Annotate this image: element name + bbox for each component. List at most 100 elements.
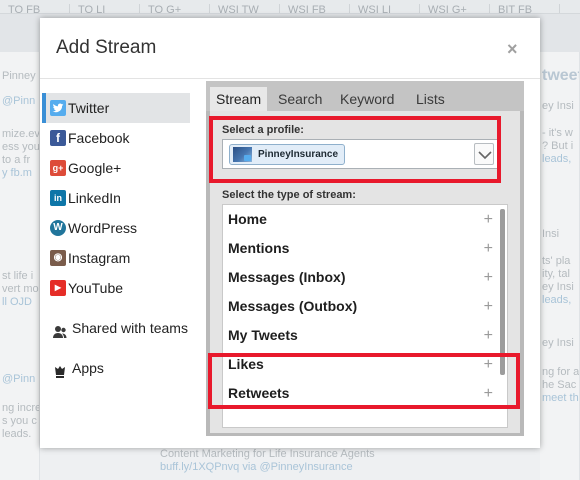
background-snippet: meet th xyxy=(542,392,579,404)
background-post-preview: Content Marketing for Life Insurance Age… xyxy=(40,448,540,480)
linkedin-icon: in xyxy=(50,190,66,206)
background-column-right: tweet ey Insi - it's w ? But i leads, In… xyxy=(540,52,580,480)
background-snippet: mize.ev xyxy=(2,128,40,140)
background-snippet: ll OJD xyxy=(2,296,32,308)
stream-panel: Stream Search Keyword Lists Select a pro… xyxy=(206,81,524,436)
background-tab: WSI FB xyxy=(280,4,350,13)
background-snippet: leads. xyxy=(2,428,32,440)
wordpress-icon: W xyxy=(50,220,66,236)
tab-lists[interactable]: Lists xyxy=(410,87,451,111)
background-snippet: ng for a xyxy=(542,366,580,378)
stream-type-likes[interactable]: Likes + xyxy=(223,350,507,379)
team-icon xyxy=(52,320,68,338)
add-stream-dialog: Add Stream × Twitter f Facebook g+ Googl… xyxy=(40,18,540,448)
network-item-facebook[interactable]: f Facebook xyxy=(42,123,190,153)
background-snippet: @Pinn xyxy=(2,95,36,107)
add-icon[interactable]: + xyxy=(484,321,493,350)
background-snippet: leads, xyxy=(542,294,572,306)
background-tab-bar: TO FB TO LI TO G+ WSI TW WSI FB WSI LI WSI G+ B… xyxy=(0,0,580,14)
selected-profile-name: PinneyInsurance xyxy=(258,149,339,160)
background-snippet: he Sac xyxy=(542,379,577,391)
background-snippet: leads, xyxy=(542,153,572,165)
dialog-title: Add Stream xyxy=(56,37,157,58)
network-item-googleplus[interactable]: g+ Google+ xyxy=(42,153,190,183)
network-item-instagram[interactable]: ◉ Instagram xyxy=(42,243,190,273)
add-icon[interactable]: + xyxy=(484,234,493,263)
apps-icon xyxy=(52,360,68,378)
add-icon[interactable]: + xyxy=(484,263,493,292)
background-snippet: Pinney xyxy=(2,70,36,82)
stream-type-mentions[interactable]: Mentions + xyxy=(223,234,507,263)
background-tab: TO FB xyxy=(0,4,70,13)
background-snippet: Content Marketing for Life Insurance Age… xyxy=(160,448,375,460)
network-item-linkedin[interactable]: in LinkedIn xyxy=(42,183,190,213)
stream-type-label: My Tweets xyxy=(228,327,298,343)
add-icon[interactable]: + xyxy=(484,379,493,408)
facebook-icon: f xyxy=(50,130,66,146)
network-label: Twitter xyxy=(68,100,110,116)
network-list: Twitter f Facebook g+ Google+ in LinkedI… xyxy=(42,93,190,383)
add-icon[interactable]: + xyxy=(484,350,493,379)
profile-label: Select a profile: xyxy=(222,124,304,136)
profile-avatar xyxy=(233,147,252,162)
stream-type-messages-outbox[interactable]: Messages (Outbox) + xyxy=(223,292,507,321)
twitter-icon xyxy=(50,100,66,116)
network-label: YouTube xyxy=(68,280,124,296)
stream-type-home[interactable]: Home + xyxy=(223,205,507,234)
stream-type-label: Mentions xyxy=(228,240,290,256)
background-tab: TO LI xyxy=(70,4,140,13)
tab-stream[interactable]: Stream xyxy=(210,87,268,111)
apps-item[interactable]: Apps xyxy=(42,353,190,383)
apps-label: Apps xyxy=(72,360,104,376)
twitter-bird-icon xyxy=(52,103,64,113)
stream-type-my-tweets[interactable]: My Tweets + xyxy=(223,321,507,350)
background-snippet: ey Insi xyxy=(542,100,574,112)
close-button[interactable]: × xyxy=(507,40,518,58)
shared-with-teams-item[interactable]: Shared with teams xyxy=(42,313,190,343)
add-icon[interactable]: + xyxy=(484,292,493,321)
background-snippet: ity, tal xyxy=(542,268,570,280)
background-snippet: ts' pla xyxy=(542,255,571,267)
background-snippet: - it's w xyxy=(542,127,573,139)
stream-tab-content: Select a profile: PinneyInsurance Select… xyxy=(210,111,520,433)
chevron-down-icon[interactable] xyxy=(474,143,494,165)
background-snippet: Insi xyxy=(542,228,560,240)
stream-type-messages-inbox[interactable]: Messages (Inbox) + xyxy=(223,263,507,292)
network-item-youtube[interactable]: ▶ YouTube xyxy=(42,273,190,303)
background-snippet: ess you xyxy=(2,141,40,153)
background-snippet: s you c xyxy=(2,415,37,427)
stream-type-label: Home xyxy=(228,211,267,227)
background-snippet: ? But i xyxy=(542,140,574,152)
youtube-icon: ▶ xyxy=(50,280,66,296)
selected-profile-chip[interactable]: PinneyInsurance xyxy=(229,144,346,165)
background-column-left: Pinney @Pinn mize.ev ess you to a fr y f… xyxy=(0,52,40,480)
stream-type-retweets[interactable]: Retweets + xyxy=(223,379,507,408)
profile-select[interactable]: PinneyInsurance xyxy=(222,139,498,169)
stream-type-list: Home + Mentions + Messages (Inbox) + Mes… xyxy=(222,204,508,428)
background-snippet: ey Insi xyxy=(542,281,574,293)
tab-search[interactable]: Search xyxy=(272,87,328,111)
stream-type-label: Retweets xyxy=(228,385,290,401)
background-tab: WSI TW xyxy=(210,4,280,13)
background-snippet: ng incre xyxy=(2,402,40,414)
scrollbar[interactable] xyxy=(500,209,505,375)
stream-type-label: Likes xyxy=(228,356,264,372)
background-snippet: y fb.m xyxy=(2,167,32,179)
background-snippet: ey Insi xyxy=(542,337,574,349)
tab-keyword[interactable]: Keyword xyxy=(334,87,400,111)
background-tab: WSI G+ xyxy=(420,4,490,13)
background-tab: TO G+ xyxy=(140,4,210,13)
add-icon[interactable]: + xyxy=(484,205,493,234)
instagram-icon: ◉ xyxy=(50,250,66,266)
stream-type-label: Messages (Inbox) xyxy=(228,269,346,285)
network-item-wordpress[interactable]: W WordPress xyxy=(42,213,190,243)
background-snippet: st life i xyxy=(2,270,34,282)
stream-type-label: Select the type of stream: xyxy=(222,189,356,201)
network-item-twitter[interactable]: Twitter xyxy=(42,93,190,123)
stream-type-label: Messages (Outbox) xyxy=(228,298,358,314)
background-snippet: tweet xyxy=(542,67,580,84)
background-snippet: to a fr xyxy=(2,154,31,166)
divider xyxy=(40,78,540,79)
background-snippet: vert mo xyxy=(2,283,39,295)
network-label: Instagram xyxy=(68,250,131,266)
